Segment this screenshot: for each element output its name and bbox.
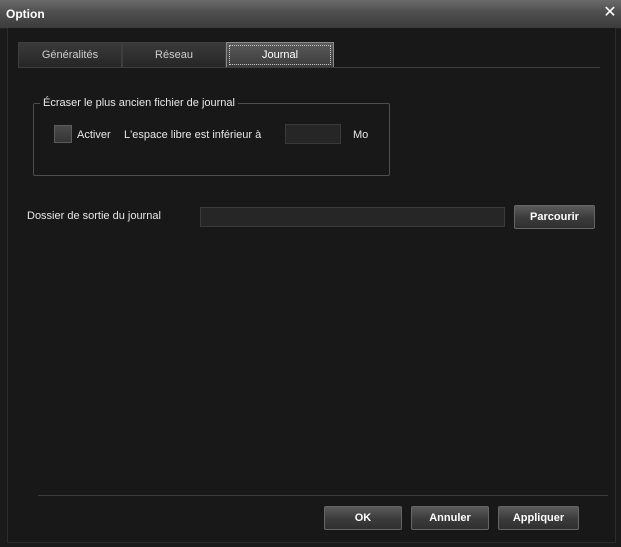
tab-strip: Généralités Réseau Journal bbox=[18, 42, 334, 68]
free-space-input[interactable] bbox=[285, 124, 341, 144]
cancel-button[interactable]: Annuler bbox=[411, 506, 489, 530]
ok-button[interactable]: OK bbox=[324, 506, 402, 530]
browse-button[interactable]: Parcourir bbox=[514, 205, 595, 229]
window-title: Option bbox=[6, 7, 45, 21]
apply-button[interactable]: Appliquer bbox=[498, 506, 579, 530]
footer-divider bbox=[38, 495, 608, 496]
tab-divider bbox=[18, 67, 600, 68]
enable-checkbox[interactable] bbox=[54, 125, 72, 143]
title-bar: Option ✕ bbox=[0, 0, 621, 29]
unit-label: Mo bbox=[353, 129, 369, 141]
tab-generalites[interactable]: Généralités bbox=[18, 42, 122, 68]
overwrite-log-legend: Écraser le plus ancien fichier de journa… bbox=[43, 97, 235, 109]
output-folder-input[interactable] bbox=[200, 207, 505, 227]
enable-label: Activer bbox=[77, 129, 111, 141]
tab-reseau[interactable]: Réseau bbox=[122, 42, 226, 68]
output-folder-label: Dossier de sortie du journal bbox=[27, 210, 161, 222]
close-icon[interactable]: ✕ bbox=[601, 3, 619, 23]
tab-journal[interactable]: Journal bbox=[226, 42, 334, 68]
free-space-label: L'espace libre est inférieur à bbox=[124, 129, 262, 141]
